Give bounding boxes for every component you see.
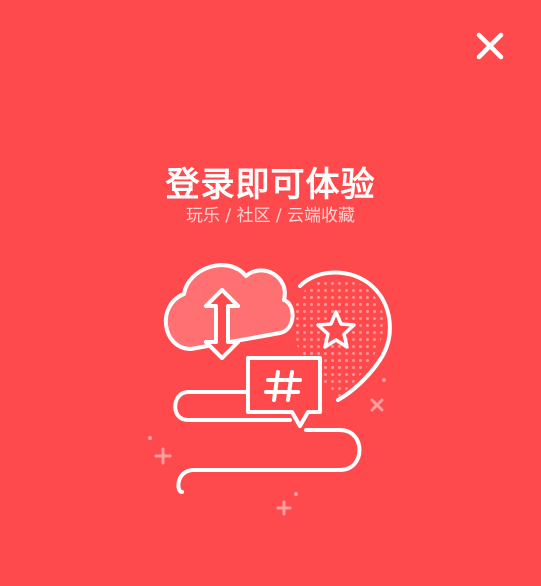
- close-icon: [476, 32, 504, 60]
- close-button[interactable]: [470, 26, 510, 66]
- cloud-sync-icon: [163, 263, 295, 360]
- login-illustration: [148, 263, 392, 516]
- dialog-title: 登录即可体验: [165, 165, 376, 205]
- dialog-subtitle: 玩乐 / 社区 / 云端收藏: [185, 206, 356, 226]
- hashtag-chat-icon: [246, 356, 322, 428]
